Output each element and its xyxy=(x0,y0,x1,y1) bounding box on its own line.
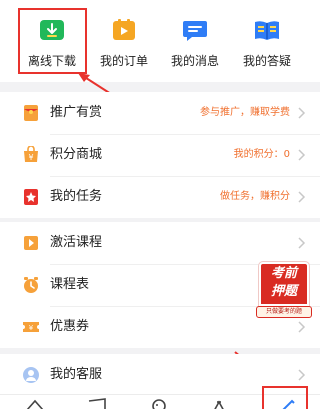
row-value: 我的积分：0 xyxy=(233,149,290,160)
points-mall-row[interactable]: ¥ 积分商城 我的积分：0 xyxy=(0,134,320,176)
my-tasks-row[interactable]: 我的任务 做任务，赚积分 xyxy=(0,176,320,218)
quick-action-label: 我的答疑 xyxy=(242,54,291,68)
customer-service-icon xyxy=(23,367,39,383)
svg-text:¥: ¥ xyxy=(29,324,34,332)
my-orders-button[interactable]: 我的订单 xyxy=(89,10,159,72)
chevron-right-icon xyxy=(298,369,306,381)
promo-badge-top: 考前 押题 xyxy=(259,262,309,306)
home-tab-icon[interactable] xyxy=(22,397,48,409)
chevron-right-icon xyxy=(298,237,306,249)
points-mall-icon: ¥ xyxy=(24,146,38,162)
quick-action-label: 我的消息 xyxy=(170,54,219,68)
chevron-right-icon xyxy=(298,321,306,333)
message-icon xyxy=(183,21,207,41)
my-messages-button[interactable]: 我的消息 xyxy=(160,10,230,72)
row-label: 课程表 xyxy=(50,277,90,292)
row-label: 我的任务 xyxy=(50,189,103,204)
course-tab-icon[interactable] xyxy=(84,397,110,409)
row-label: 积分商城 xyxy=(50,147,103,162)
promo-line1: 考前 xyxy=(270,266,297,281)
promo-subtitle: 只做要考的题 xyxy=(256,306,312,318)
community-tab-icon[interactable] xyxy=(146,397,172,409)
row-value: 做任务，赚积分 xyxy=(220,191,290,202)
row-label: 推广有赏 xyxy=(50,105,103,120)
chevron-right-icon xyxy=(298,149,306,161)
task-flag-icon xyxy=(24,189,38,205)
row-label: 我的客服 xyxy=(50,367,103,382)
svg-text:¥: ¥ xyxy=(28,153,33,162)
promotion-reward-row[interactable]: 推广有赏 参与推广，赚取学费 xyxy=(0,92,320,134)
promo-line2: 押题 xyxy=(270,284,297,299)
row-label: 优惠券 xyxy=(50,319,90,334)
rewards-group: 推广有赏 参与推广，赚取学费 ¥ 积分商城 我的积分：0 我的任务 做任务，赚积… xyxy=(0,92,320,218)
coupon-icon: ¥ xyxy=(23,322,39,332)
red-envelope-icon xyxy=(24,105,38,121)
row-value: 参与推广，赚取学费 xyxy=(200,107,290,118)
my-qa-button[interactable]: 我的答疑 xyxy=(232,10,302,72)
schedule-clock-icon xyxy=(24,277,38,293)
quick-actions-card: 离线下载 我的订单 我的消息 我的答疑 xyxy=(0,0,320,82)
row-label: 激活课程 xyxy=(50,235,103,250)
exam-promo-badge[interactable]: 考前 押题 只做要考的题 xyxy=(256,262,312,322)
activate-course-row[interactable]: 激活课程 xyxy=(0,222,320,264)
chevron-right-icon xyxy=(298,191,306,203)
study-tab-icon[interactable] xyxy=(206,397,232,409)
activate-course-icon xyxy=(24,236,38,250)
chevron-right-icon xyxy=(298,107,306,119)
order-icon xyxy=(113,19,135,40)
quick-action-label: 我的订单 xyxy=(99,54,148,68)
offline-download-highlight xyxy=(18,8,87,74)
qa-book-icon xyxy=(255,21,279,40)
profile-tab-highlight xyxy=(262,386,308,409)
